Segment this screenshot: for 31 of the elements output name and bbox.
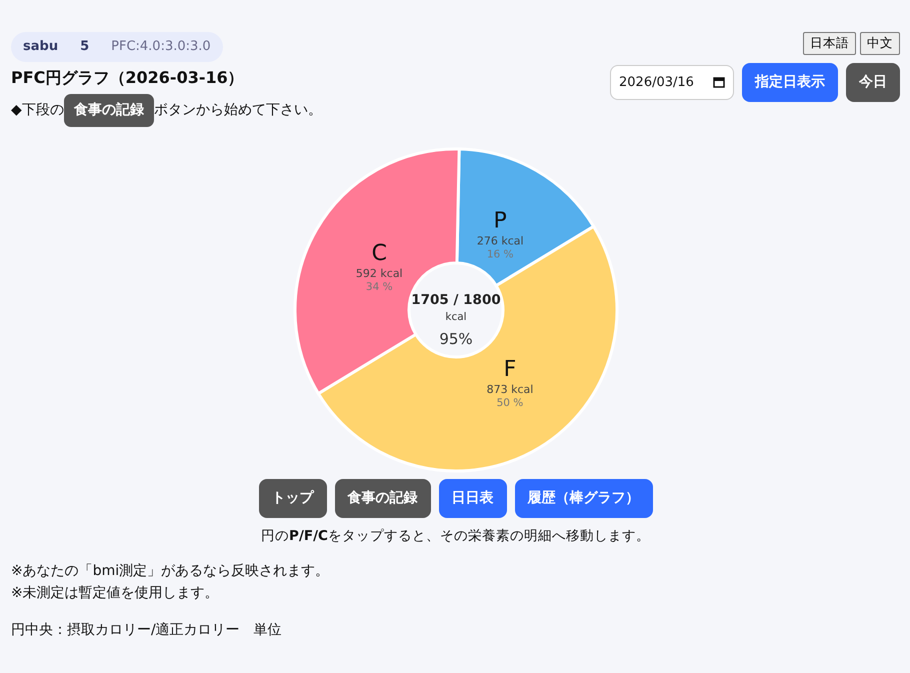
instruction-text: ◆下段の xyxy=(11,100,64,120)
tap-hint-text: 円のP/F/Cをタップすると、その栄養素の明細へ移動します。 xyxy=(260,526,651,546)
meal-record-button[interactable]: 食事の記録 xyxy=(64,94,154,126)
instruction-text: ボタンから始めて下さい。 xyxy=(154,100,322,120)
slice-letter: F xyxy=(503,356,516,382)
language-button[interactable]: 日本語 xyxy=(803,32,856,55)
legend-text: 円中央：摂取カロリー/適正カロリー 単位 xyxy=(11,620,283,640)
slice-kcal: 873 kcal xyxy=(486,382,533,396)
note-text: ※未測定は暫定値を使用します。 xyxy=(11,584,220,603)
language-button[interactable]: 中文 xyxy=(860,32,900,55)
page-title: PFC円グラフ（2026-03-16） xyxy=(11,66,245,88)
calorie-unit: kcal xyxy=(444,310,466,322)
nav-button[interactable]: トップ xyxy=(258,478,326,518)
date-field[interactable]: 2026/03/16 xyxy=(610,64,734,100)
slice-percent: 34 % xyxy=(365,280,392,292)
slice-percent: 16 % xyxy=(486,248,514,260)
calorie-ratio: 1705 / 1800 xyxy=(410,292,500,308)
nav-button[interactable]: 日日表 xyxy=(438,478,506,518)
slice-kcal: 592 kcal xyxy=(355,266,402,280)
calorie-percent: 95% xyxy=(438,330,472,348)
slice-letter: C xyxy=(371,240,386,266)
action-button[interactable]: 今日 xyxy=(846,62,900,102)
slice-percent: 50 % xyxy=(496,396,523,409)
slice-letter: P xyxy=(493,208,506,233)
note-text: ※あなたの「bmi測定」があるなら反映されます。 xyxy=(11,562,330,581)
slice-kcal: 276 kcal xyxy=(476,234,524,247)
user-badge: sabu 5 PFC:4.0:3.0:3.0 xyxy=(11,32,223,62)
nav-button[interactable]: 履歴（棒グラフ） xyxy=(514,478,652,518)
action-button[interactable]: 指定日表示 xyxy=(742,62,838,102)
calendar-icon[interactable] xyxy=(713,76,725,88)
nav-button[interactable]: 食事の記録 xyxy=(334,478,430,518)
